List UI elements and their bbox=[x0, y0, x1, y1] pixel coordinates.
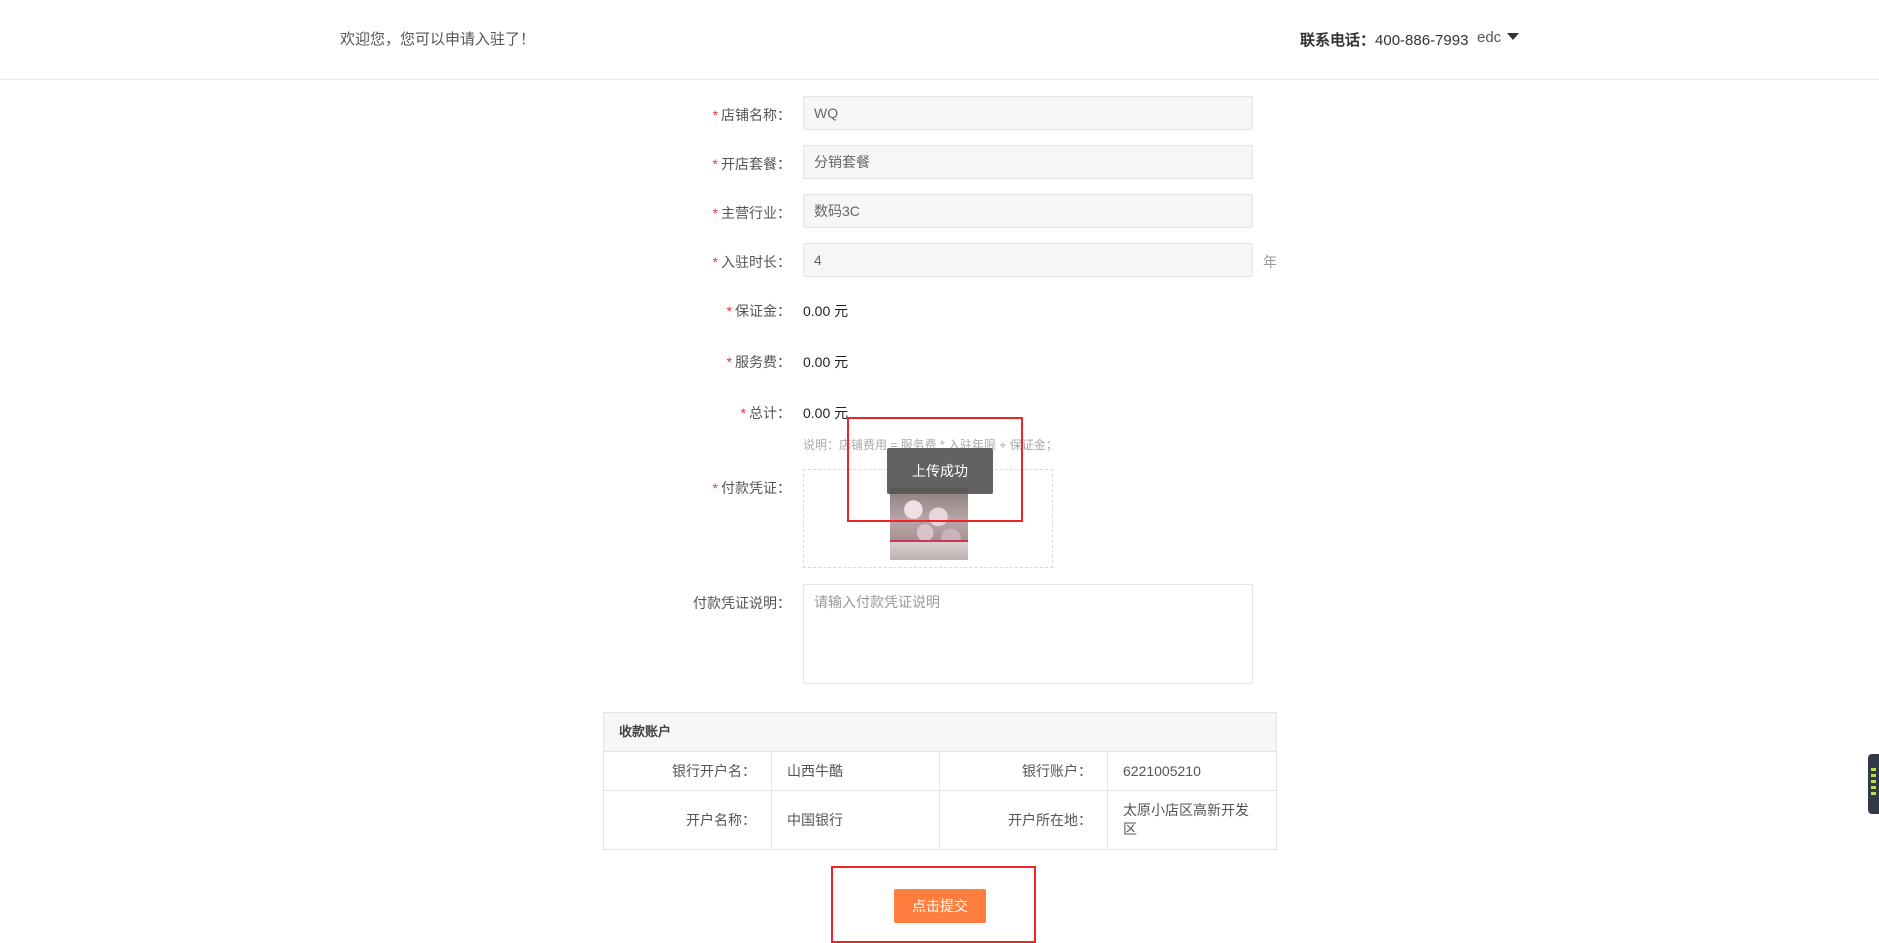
service-fee-value: 0.00 元 bbox=[803, 354, 849, 370]
bank-account-name-label: 银行开户名： bbox=[604, 752, 772, 790]
bank-location-label: 开户所在地： bbox=[940, 791, 1108, 849]
package-field[interactable]: 分销套餐 bbox=[803, 145, 1253, 179]
service-fee-label: * 服务费： bbox=[591, 352, 791, 372]
required-mark: * bbox=[712, 107, 718, 123]
deposit-value: 0.00 元 bbox=[803, 303, 849, 319]
welcome-text: 欢迎您，您可以申请入驻了！ bbox=[340, 31, 536, 48]
voucher-label-text: 付款凭证： bbox=[721, 480, 791, 496]
shop-name-label-text: 店铺名称： bbox=[721, 107, 791, 123]
page: 欢迎您，您可以申请入驻了！ 联系电话：400-886-7993 edc * 店铺名… bbox=[0, 0, 1879, 943]
shop-name-label: * 店铺名称： bbox=[591, 105, 791, 125]
deposit-label: * 保证金： bbox=[591, 301, 791, 321]
bank-name-label: 开户名称： bbox=[604, 791, 772, 849]
contact-label: 联系电话： bbox=[1300, 32, 1376, 49]
required-mark: * bbox=[726, 354, 732, 370]
voucher-desc-label: 付款凭证说明： bbox=[591, 593, 791, 613]
top-header: 欢迎您，您可以申请入驻了！ 联系电话：400-886-7993 edc bbox=[0, 0, 1879, 80]
user-menu[interactable]: edc bbox=[1477, 29, 1520, 46]
thumbnail-base bbox=[890, 540, 968, 560]
table-row: 银行开户名： 山西牛酷 银行账户： 6221005210 bbox=[604, 752, 1276, 791]
required-mark: * bbox=[712, 205, 718, 221]
duration-field[interactable]: 4 bbox=[803, 243, 1253, 277]
table-row: 开户名称： 中国银行 开户所在地： 太原小店区高新开发区 bbox=[604, 791, 1276, 849]
service-fee-label-text: 服务费： bbox=[735, 354, 791, 370]
bank-name-value: 中国银行 bbox=[772, 791, 940, 849]
required-mark: * bbox=[726, 303, 732, 319]
total-label: * 总计： bbox=[591, 403, 791, 423]
required-mark: * bbox=[712, 254, 718, 270]
duration-label: * 入驻时长： bbox=[591, 252, 791, 272]
caret-down-icon bbox=[1507, 33, 1520, 40]
required-mark: * bbox=[712, 480, 718, 496]
package-label-text: 开店套餐： bbox=[721, 156, 791, 172]
highlight-box-toast bbox=[847, 417, 1023, 522]
shop-name-field[interactable]: WQ bbox=[803, 96, 1253, 130]
total-value: 0.00 元 bbox=[803, 405, 849, 421]
account-title: 收款账户 bbox=[604, 713, 1276, 752]
highlight-box-submit bbox=[831, 866, 1036, 943]
voucher-desc-label-text: 付款凭证说明： bbox=[693, 595, 791, 611]
duration-unit: 年 bbox=[1263, 254, 1277, 270]
bank-account-name-value: 山西牛酷 bbox=[772, 752, 940, 790]
voucher-label: * 付款凭证： bbox=[591, 478, 791, 498]
side-float-widget[interactable] bbox=[1868, 754, 1879, 814]
required-mark: * bbox=[712, 156, 718, 172]
bank-account-no-label: 银行账户： bbox=[940, 752, 1108, 790]
industry-field[interactable]: 数码3C bbox=[803, 194, 1253, 228]
contact-phone: 400-886-7993 bbox=[1375, 32, 1469, 49]
total-label-text: 总计： bbox=[749, 405, 791, 421]
deposit-label-text: 保证金： bbox=[735, 303, 791, 319]
required-mark: * bbox=[740, 405, 746, 421]
industry-label: * 主营行业： bbox=[591, 203, 791, 223]
duration-label-text: 入驻时长： bbox=[721, 254, 791, 270]
receiving-account-table: 收款账户 银行开户名： 山西牛酷 银行账户： 6221005210 开户名称： … bbox=[603, 712, 1277, 850]
username: edc bbox=[1477, 29, 1502, 46]
voucher-desc-textarea[interactable]: 请输入付款凭证说明 bbox=[803, 584, 1253, 684]
bank-location-value: 太原小店区高新开发区 bbox=[1123, 802, 1249, 837]
industry-label-text: 主营行业： bbox=[721, 205, 791, 221]
package-label: * 开店套餐： bbox=[591, 154, 791, 174]
contact-info: 联系电话：400-886-7993 bbox=[1300, 29, 1468, 50]
bank-account-no-value: 6221005210 bbox=[1123, 763, 1201, 779]
